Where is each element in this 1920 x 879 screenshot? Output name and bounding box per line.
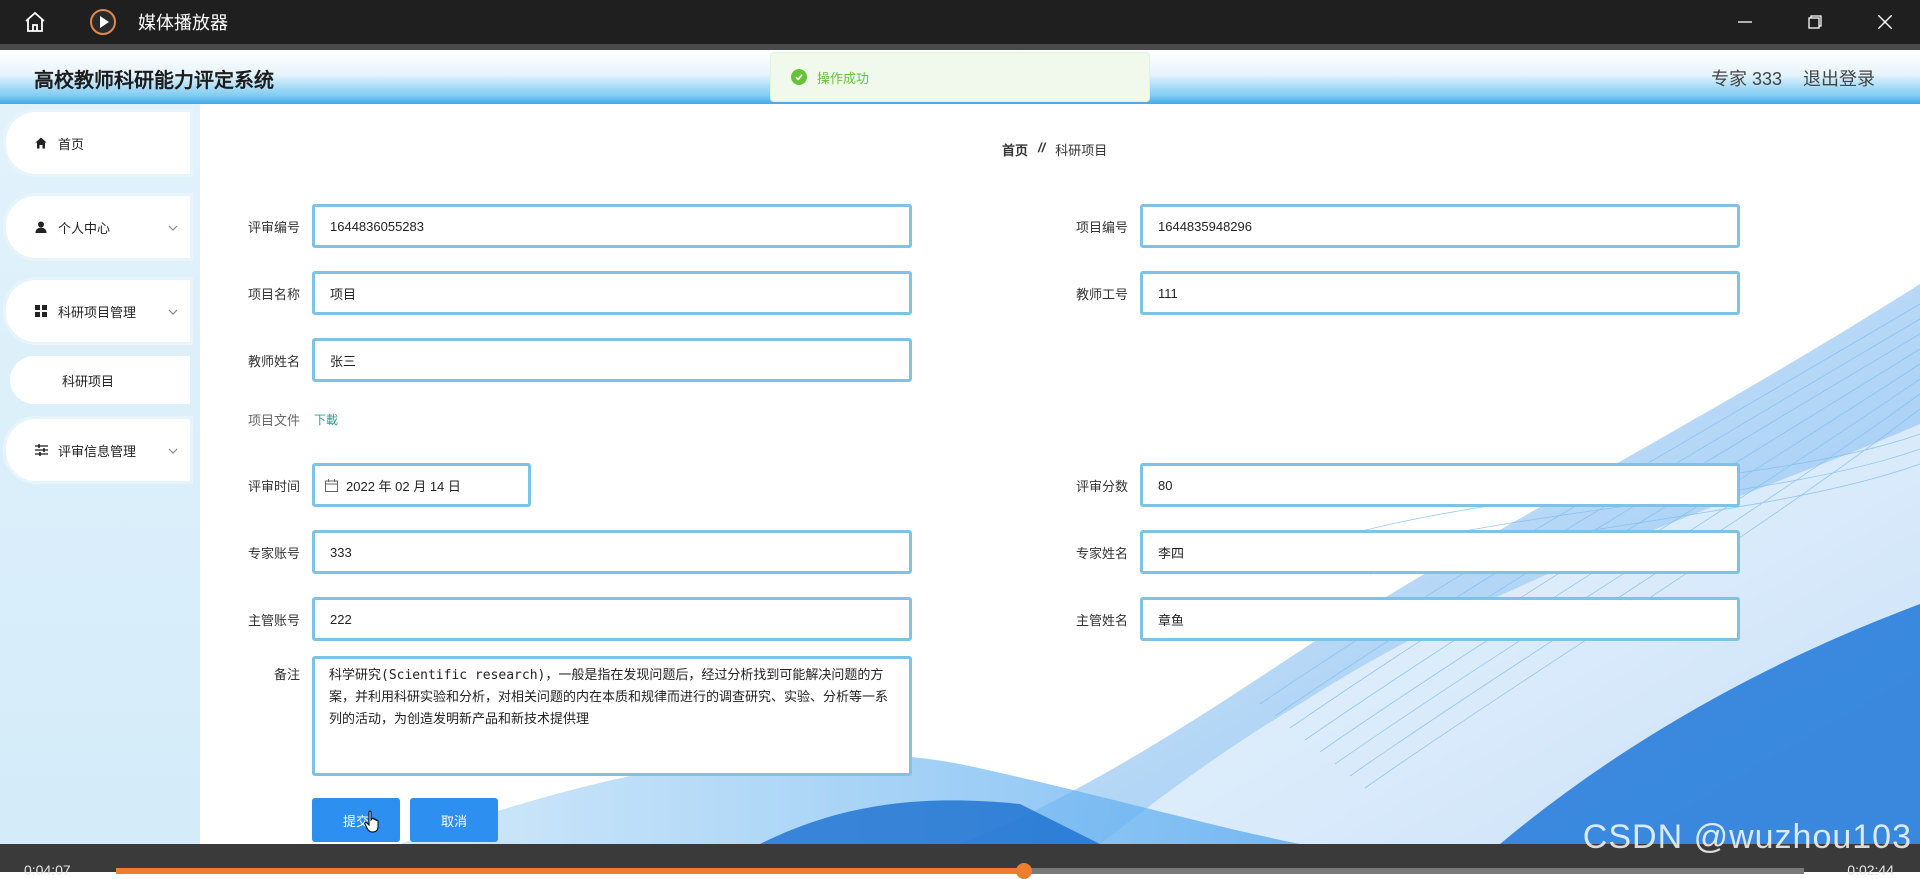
system-title: 高校教师科研能力评定系统: [34, 70, 274, 92]
app-viewport: 高校教师科研能力评定系统 专家 333 退出登录 首页 个人中心 科研项目管理: [0, 44, 1920, 844]
home-icon[interactable]: [20, 7, 50, 37]
watermark: CSDN @wuzhou103: [1582, 818, 1912, 856]
teacher-name-label: 教师姓名: [247, 354, 300, 369]
breadcrumb-separator: //: [1038, 140, 1046, 155]
sidebar-item-project-management[interactable]: 科研项目管理: [6, 280, 190, 342]
success-check-icon: [791, 69, 807, 85]
teacher-id-label: 教师工号: [1075, 287, 1128, 302]
review-time-value: 2022 年 02 月 14 日: [346, 478, 461, 494]
sidebar-item-label: 评审信息管理: [58, 443, 137, 459]
sidebar-subitem-label: 科研项目: [62, 373, 115, 389]
user-icon: [34, 220, 48, 234]
expert-name-label: 专家姓名: [1075, 546, 1128, 561]
sidebar-subitem-research-projects[interactable]: 科研项目: [10, 356, 190, 404]
download-link[interactable]: 下載: [314, 411, 338, 428]
seek-progress: [116, 868, 1025, 874]
sidebar-item-label: 个人中心: [58, 220, 111, 236]
sidebar-item-personal-center[interactable]: 个人中心: [6, 196, 190, 258]
seek-handle[interactable]: [1016, 863, 1033, 879]
cancel-button[interactable]: 取消: [410, 798, 498, 842]
grid-icon: [34, 304, 48, 318]
breadcrumb-home[interactable]: 首页: [1002, 140, 1028, 159]
teacher-name-input[interactable]: 张三: [312, 338, 912, 382]
project-no-input[interactable]: 1644835948296: [1140, 204, 1740, 248]
manager-account-input[interactable]: 222: [312, 597, 912, 641]
remark-textarea[interactable]: 科学研究(Scientific research)，一般是指在发现问题后，经过分…: [312, 656, 912, 776]
toast-message: 操作成功: [817, 70, 870, 86]
seek-bar[interactable]: [116, 863, 1804, 879]
sidebar: 首页 个人中心 科研项目管理 科研项目 评审信息管理: [0, 104, 200, 844]
home-icon: [34, 136, 48, 150]
review-time-date-picker[interactable]: 2022 年 02 月 14 日: [312, 463, 531, 507]
player-title: 媒体播放器: [138, 13, 228, 33]
expert-account-label: 专家账号: [247, 546, 300, 561]
breadcrumb: 首页 // 科研项目: [1002, 140, 1107, 159]
success-toast: 操作成功: [770, 52, 1150, 102]
review-no-label: 评审编号: [247, 220, 300, 235]
close-icon[interactable]: [1850, 0, 1920, 44]
sidebar-item-label: 首页: [58, 136, 85, 152]
score-label: 评审分数: [1075, 479, 1128, 494]
restore-icon[interactable]: [1780, 0, 1850, 44]
window-controls: [1710, 0, 1920, 44]
current-time: 0:04:07: [24, 862, 71, 878]
remark-label: 备注: [273, 667, 300, 682]
manager-name-input[interactable]: 章鱼: [1140, 597, 1740, 641]
breadcrumb-current: 科研项目: [1055, 143, 1108, 158]
manager-name-label: 主管姓名: [1075, 613, 1128, 628]
teacher-id-input[interactable]: 111: [1140, 271, 1740, 315]
calendar-icon: [325, 478, 338, 492]
submit-button[interactable]: 提交: [312, 798, 400, 842]
review-no-input[interactable]: 1644836055283: [312, 204, 912, 248]
score-input[interactable]: 80: [1140, 463, 1740, 507]
player-logo-icon: [88, 7, 118, 37]
review-time-label: 评审时间: [247, 479, 300, 494]
sidebar-item-label: 科研项目管理: [58, 304, 137, 320]
minimize-icon[interactable]: [1710, 0, 1780, 44]
project-name-input[interactable]: 项目: [312, 271, 912, 315]
expert-name-input[interactable]: 李四: [1140, 530, 1740, 574]
chevron-down-icon: [168, 304, 178, 319]
player-title-bar: 媒体播放器: [0, 0, 1920, 44]
sidebar-item-home[interactable]: 首页: [6, 112, 190, 174]
chevron-down-icon: [168, 220, 178, 235]
chevron-down-icon: [168, 443, 178, 458]
project-no-label: 项目编号: [1075, 220, 1128, 235]
logout-link[interactable]: 退出登录: [1803, 65, 1875, 91]
current-user: 专家 333: [1710, 69, 1782, 89]
main-content: 首页 // 科研项目 评审编号 1644836055283 项目编号 16448…: [200, 104, 1920, 844]
manager-account-label: 主管账号: [247, 613, 300, 628]
sidebar-item-review-management[interactable]: 评审信息管理: [6, 419, 190, 481]
project-file-label: 项目文件: [247, 413, 300, 428]
sliders-icon: [34, 443, 48, 457]
total-time: 0:02:44: [1847, 862, 1894, 878]
mouse-cursor-icon: [364, 810, 382, 839]
project-name-label: 项目名称: [247, 287, 300, 302]
expert-account-input[interactable]: 333: [312, 530, 912, 574]
